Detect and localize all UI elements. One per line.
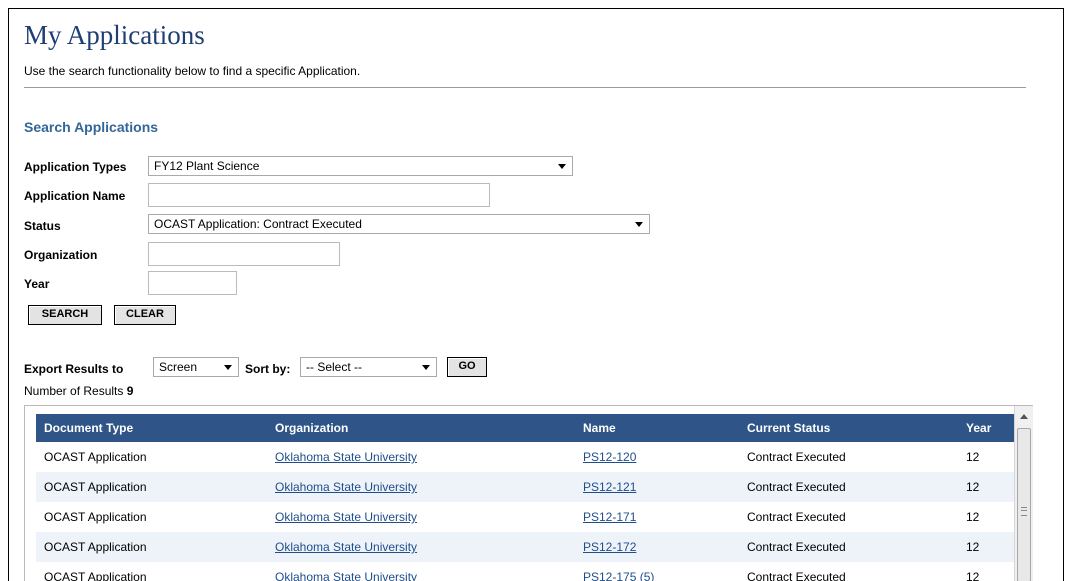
- cell-current-status: Contract Executed: [739, 472, 958, 502]
- application-name-label: Application Name: [24, 189, 126, 203]
- cell-current-status: Contract Executed: [747, 450, 846, 464]
- application-name-link[interactable]: PS12-120: [583, 450, 636, 464]
- sort-value: -- Select --: [306, 360, 363, 374]
- application-types-select[interactable]: FY12 Plant Science: [148, 156, 573, 176]
- cell-document-type: OCAST Application: [44, 450, 147, 464]
- organization-link[interactable]: Oklahoma State University: [275, 540, 417, 554]
- sort-select[interactable]: -- Select --: [300, 357, 437, 377]
- cell-document-type: OCAST Application: [44, 570, 147, 581]
- search-section-title: Search Applications: [24, 119, 159, 135]
- table-row: OCAST Application Oklahoma State Univers…: [36, 562, 1019, 581]
- column-header-organization[interactable]: Organization: [267, 414, 575, 442]
- status-select[interactable]: OCAST Application: Contract Executed: [148, 214, 650, 234]
- table-row: OCAST Application Oklahoma State Univers…: [36, 472, 1019, 502]
- application-name-link[interactable]: PS12-121: [583, 480, 636, 494]
- chevron-down-icon: [635, 222, 643, 227]
- results-table: Document Type Organization Name Current …: [36, 414, 1019, 581]
- cell-current-status: Contract Executed: [747, 570, 846, 581]
- status-value: OCAST Application: Contract Executed: [154, 217, 362, 231]
- application-name-link[interactable]: PS12-172: [583, 540, 636, 554]
- chevron-up-icon[interactable]: [1020, 414, 1028, 419]
- cell-document-type: OCAST Application: [44, 510, 147, 524]
- column-header-current-status[interactable]: Current Status: [739, 414, 958, 442]
- export-label: Export Results to: [24, 362, 124, 376]
- table-row: OCAST Application Oklahoma State Univers…: [36, 442, 1019, 472]
- sort-label: Sort by:: [245, 362, 291, 376]
- cell-year: 12: [966, 510, 980, 524]
- organization-label: Organization: [24, 248, 98, 262]
- export-select[interactable]: Screen: [153, 357, 239, 377]
- application-name-link[interactable]: PS12-175 (5): [583, 570, 654, 581]
- cell-document-type: OCAST Application: [36, 472, 267, 502]
- table-header-row: Document Type Organization Name Current …: [36, 414, 1019, 442]
- organization-link[interactable]: Oklahoma State University: [275, 450, 417, 464]
- chevron-down-icon: [224, 365, 232, 370]
- cell-current-status: Contract Executed: [739, 532, 958, 562]
- status-label: Status: [24, 219, 61, 233]
- search-button[interactable]: SEARCH: [28, 305, 102, 325]
- chevron-down-icon: [422, 365, 430, 370]
- cell-year: 12: [958, 472, 1019, 502]
- organization-input[interactable]: [148, 242, 340, 266]
- export-value: Screen: [159, 360, 198, 374]
- divider: [24, 87, 1026, 88]
- column-header-year[interactable]: Year: [958, 414, 1019, 442]
- table-row: OCAST Application Oklahoma State Univers…: [36, 532, 1019, 562]
- scroll-grip-icon: [1021, 507, 1027, 516]
- results-count: Number of Results 9: [24, 384, 133, 398]
- application-name-input[interactable]: [148, 183, 490, 207]
- year-input[interactable]: [148, 271, 237, 295]
- table-row: OCAST Application Oklahoma State Univers…: [36, 502, 1019, 532]
- go-button[interactable]: GO: [447, 357, 487, 377]
- year-label: Year: [24, 277, 50, 291]
- application-name-link[interactable]: PS12-171: [583, 510, 636, 524]
- results-count-label: Number of Results: [24, 384, 124, 398]
- chevron-down-icon: [558, 164, 566, 169]
- cell-document-type: OCAST Application: [36, 532, 267, 562]
- organization-link[interactable]: Oklahoma State University: [275, 570, 417, 581]
- page-title: My Applications: [24, 20, 205, 50]
- column-header-document-type[interactable]: Document Type: [36, 414, 267, 442]
- results-count-value: 9: [126, 384, 134, 398]
- scrollbar-thumb[interactable]: [1017, 428, 1031, 581]
- column-header-name[interactable]: Name: [575, 414, 739, 442]
- organization-link[interactable]: Oklahoma State University: [275, 480, 417, 494]
- organization-link[interactable]: Oklahoma State University: [275, 510, 417, 524]
- application-types-value: FY12 Plant Science: [154, 159, 260, 173]
- page-subtitle: Use the search functionality below to fi…: [24, 64, 361, 78]
- vertical-scrollbar[interactable]: [1014, 406, 1033, 581]
- cell-year: 12: [966, 570, 980, 581]
- clear-button[interactable]: CLEAR: [114, 305, 176, 325]
- cell-current-status: Contract Executed: [747, 510, 846, 524]
- application-types-label: Application Types: [24, 160, 127, 174]
- cell-year: 12: [958, 532, 1019, 562]
- results-panel: Document Type Organization Name Current …: [24, 405, 1033, 581]
- cell-year: 12: [966, 450, 980, 464]
